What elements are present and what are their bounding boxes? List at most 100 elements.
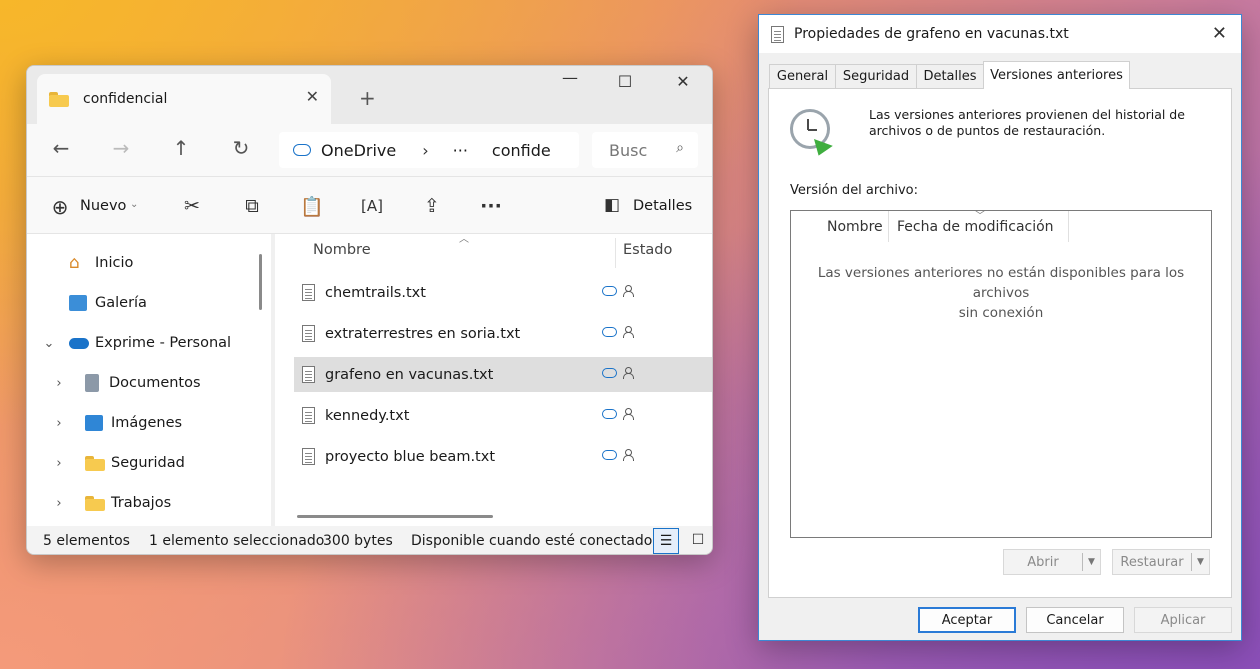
new-button[interactable]: Nuevo xyxy=(80,198,126,214)
ok-button[interactable]: Aceptar xyxy=(918,607,1016,633)
address-bar-row: ← → ↑ ↻ OneDrive › ··· confide Busc ⌕ xyxy=(27,124,712,176)
explorer-tab[interactable]: confidencial ✕ xyxy=(37,74,331,124)
file-name: proyecto blue beam.txt xyxy=(325,448,496,465)
restore-clock-icon xyxy=(790,109,833,159)
chevron-right-icon[interactable]: › xyxy=(49,496,69,511)
nav-item-label: Exprime - Personal xyxy=(95,335,232,351)
new-tab-icon[interactable]: + xyxy=(359,86,376,110)
horizontal-scrollbar[interactable] xyxy=(297,515,493,518)
previous-versions-info: Las versiones anteriores provienen del h… xyxy=(869,107,1209,139)
search-icon[interactable]: ⌕ xyxy=(676,140,684,156)
explorer-body: ⌂ Inicio Galería ⌄ Exprime - Personal › … xyxy=(27,234,712,526)
nav-item-trabajos[interactable]: › Trabajos xyxy=(27,483,271,523)
restore-split-button[interactable]: Restaurar ▼ xyxy=(1112,549,1210,575)
versions-list[interactable]: Nombre Fecha de modificación ﹀ Las versi… xyxy=(790,210,1212,538)
person-icon xyxy=(623,367,634,379)
close-dialog-icon[interactable]: ✕ xyxy=(1212,23,1227,44)
nav-item-galeria[interactable]: Galería xyxy=(27,283,271,323)
file-row[interactable]: chemtrails.txt xyxy=(294,275,712,310)
share-icon[interactable]: ⇪ xyxy=(419,195,445,217)
refresh-icon[interactable]: ↻ xyxy=(227,136,255,160)
nav-item-exprime-personal[interactable]: ⌄ Exprime - Personal xyxy=(27,323,271,363)
pictures-icon xyxy=(85,415,103,431)
forward-icon[interactable]: → xyxy=(107,136,135,160)
breadcrumb-current[interactable]: confide xyxy=(492,141,551,160)
paste-icon[interactable]: 📋 xyxy=(299,195,325,218)
breadcrumb-ellipsis[interactable]: ··· xyxy=(453,141,468,160)
address-bar[interactable]: OneDrive › ··· confide xyxy=(279,132,579,168)
breadcrumb-onedrive[interactable]: OneDrive xyxy=(321,141,396,160)
open-button[interactable]: Abrir xyxy=(1004,555,1082,570)
chevron-down-icon[interactable]: ▼ xyxy=(1082,553,1100,571)
search-input[interactable]: Busc xyxy=(609,141,647,160)
apply-button[interactable]: Aplicar xyxy=(1134,607,1232,633)
tab-seguridad[interactable]: Seguridad xyxy=(835,64,917,88)
restore-button[interactable]: Restaurar xyxy=(1113,555,1191,570)
cancel-button[interactable]: Cancelar xyxy=(1026,607,1124,633)
cloud-icon xyxy=(602,449,617,460)
chevron-right-icon[interactable]: › xyxy=(49,456,69,471)
cloud-icon xyxy=(293,144,311,156)
tab-detalles[interactable]: Detalles xyxy=(916,64,984,88)
file-row[interactable]: proyecto blue beam.txt xyxy=(294,439,712,474)
folder-icon xyxy=(49,91,69,107)
chevron-down-icon[interactable]: ⌄ xyxy=(39,336,59,351)
nav-item-label: Imágenes xyxy=(111,415,183,431)
nav-item-label: Seguridad xyxy=(111,455,185,471)
close-window-icon[interactable]: ✕ xyxy=(663,72,703,91)
file-list: ︿ Nombre Estado chemtrails.txt extraterr… xyxy=(275,234,712,526)
person-icon xyxy=(623,285,634,297)
column-header-status[interactable]: Estado xyxy=(623,242,672,258)
nav-item-inicio[interactable]: ⌂ Inicio xyxy=(27,243,271,283)
new-plus-icon[interactable]: ⊕ xyxy=(47,195,73,219)
folder-icon xyxy=(85,495,105,511)
more-options-icon[interactable]: ··· xyxy=(478,195,504,217)
home-icon: ⌂ xyxy=(69,253,80,273)
chevron-right-icon[interactable]: › xyxy=(49,376,69,391)
cut-icon[interactable]: ✂ xyxy=(179,195,205,217)
column-header-name[interactable]: Nombre xyxy=(313,242,371,258)
person-icon xyxy=(623,449,634,461)
nav-item-seguridad[interactable]: › Seguridad xyxy=(27,443,271,483)
nav-item-label: Inicio xyxy=(95,255,134,271)
empty-message-line: sin conexión xyxy=(958,305,1044,321)
maximize-icon[interactable]: ☐ xyxy=(605,72,645,91)
tab-general[interactable]: General xyxy=(769,64,836,88)
chevron-down-icon[interactable]: ▼ xyxy=(1191,553,1209,571)
restore-arrow-icon xyxy=(809,139,833,159)
empty-versions-message: Las versiones anteriores no están dispon… xyxy=(791,263,1211,323)
nav-scrollbar[interactable] xyxy=(259,254,262,310)
gallery-icon xyxy=(69,295,87,311)
status-indicator xyxy=(602,326,634,338)
open-split-button[interactable]: Abrir ▼ xyxy=(1003,549,1101,575)
details-button[interactable]: Detalles xyxy=(633,198,692,214)
text-file-icon xyxy=(302,448,315,465)
file-row[interactable]: extraterrestres en soria.txt xyxy=(294,316,712,351)
column-header-name[interactable]: Nombre xyxy=(827,211,889,242)
file-row-selected[interactable]: grafeno en vacunas.txt xyxy=(294,357,712,392)
nav-item-documentos[interactable]: › Documentos xyxy=(27,363,271,403)
close-tab-icon[interactable]: ✕ xyxy=(306,87,319,106)
file-explorer-window: confidencial ✕ + — ☐ ✕ ← → ↑ ↻ OneDrive … xyxy=(26,65,713,555)
tab-versiones-anteriores[interactable]: Versiones anteriores xyxy=(983,61,1130,89)
up-icon[interactable]: ↑ xyxy=(167,136,195,160)
command-bar: ⊕ Nuevo ⌄ ✂ ⧉ 📋 [A] ⇪ ··· ◧ Detalles xyxy=(27,176,712,234)
file-name: kennedy.txt xyxy=(325,407,410,424)
back-icon[interactable]: ← xyxy=(47,136,75,160)
explorer-tab-title: confidencial xyxy=(83,91,168,107)
column-divider[interactable] xyxy=(615,238,616,268)
copy-icon[interactable]: ⧉ xyxy=(239,195,265,217)
details-view-icon[interactable]: ☰ xyxy=(653,528,679,554)
new-dropdown-icon[interactable]: ⌄ xyxy=(130,199,138,210)
person-icon xyxy=(623,408,634,420)
cloud-icon xyxy=(602,408,617,419)
details-pane-icon[interactable]: ◧ xyxy=(599,195,625,215)
search-box[interactable]: Busc ⌕ xyxy=(592,132,698,168)
info-line: Las versiones anteriores provienen del h… xyxy=(869,107,1185,122)
tiles-view-icon[interactable]: ☐ xyxy=(685,528,711,554)
nav-item-imagenes[interactable]: › Imágenes xyxy=(27,403,271,443)
rename-icon[interactable]: [A] xyxy=(359,197,385,215)
chevron-right-icon[interactable]: › xyxy=(49,416,69,431)
minimize-icon[interactable]: — xyxy=(550,68,590,87)
file-row[interactable]: kennedy.txt xyxy=(294,398,712,433)
